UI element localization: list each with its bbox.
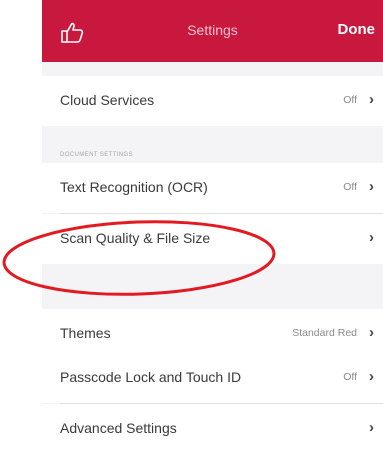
scan-quality-row[interactable]: Scan Quality & File Size › bbox=[42, 214, 383, 264]
advanced-settings-label: Advanced Settings bbox=[60, 420, 177, 436]
passcode-value: Off bbox=[343, 371, 357, 383]
advanced-settings-row[interactable]: Advanced Settings › bbox=[42, 404, 383, 450]
cloud-services-value: Off bbox=[343, 94, 357, 106]
passcode-row[interactable]: Passcode Lock and Touch ID Off › bbox=[42, 353, 383, 403]
chevron-right-icon: › bbox=[369, 419, 374, 436]
chevron-right-icon: › bbox=[369, 229, 374, 246]
chevron-right-icon: › bbox=[369, 368, 374, 385]
text-recognition-value: Off bbox=[343, 181, 357, 193]
chevron-right-icon: › bbox=[369, 178, 374, 195]
scan-quality-label: Scan Quality & File Size bbox=[60, 230, 211, 246]
settings-screen: Settings Done Cloud Services Off › DOCUM… bbox=[42, 0, 383, 450]
chevron-right-icon: › bbox=[369, 91, 374, 108]
themes-label: Themes bbox=[60, 325, 111, 341]
text-recognition-row[interactable]: Text Recognition (OCR) Off › bbox=[42, 163, 383, 213]
done-button[interactable]: Done bbox=[338, 21, 376, 38]
navigation-bar: Settings Done bbox=[42, 0, 383, 62]
themes-value: Standard Red bbox=[292, 327, 357, 339]
themes-row[interactable]: Themes Standard Red › bbox=[42, 309, 383, 359]
passcode-label: Passcode Lock and Touch ID bbox=[60, 369, 242, 385]
text-recognition-label: Text Recognition (OCR) bbox=[60, 179, 208, 195]
page-title: Settings bbox=[187, 22, 238, 38]
chevron-right-icon: › bbox=[369, 324, 374, 341]
cloud-services-label: Cloud Services bbox=[60, 92, 155, 108]
document-settings-header: DOCUMENT SETTINGS bbox=[60, 152, 134, 158]
cloud-services-row[interactable]: Cloud Services Off › bbox=[42, 76, 383, 126]
